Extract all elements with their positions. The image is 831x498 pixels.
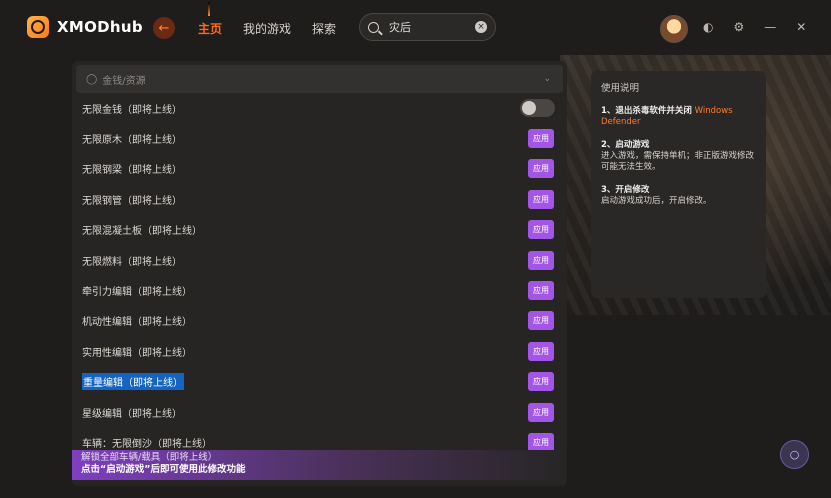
top-bar: XMODhub ← 主页 我的游戏 探索 × ◐ ⚙ — ✕ — [0, 0, 831, 56]
clear-icon[interactable]: × — [475, 21, 487, 33]
apply-button[interactable]: 应用 — [528, 129, 554, 149]
main-nav: 主页 我的游戏 探索 — [198, 2, 336, 37]
avatar[interactable] — [660, 15, 688, 43]
banner-line-1: 解锁全部车辆/载具（即将上线） — [81, 452, 218, 463]
mod-row: 无限原木（即将上线） 应用 — [82, 123, 567, 153]
mod-label: 星级编辑（即将上线） — [82, 408, 182, 420]
mod-label: 实用性编辑（即将上线） — [82, 347, 192, 359]
mod-row: 无限钢梁（即将上线） 应用 — [82, 154, 567, 184]
mod-label: 重量编辑（即将上线） — [82, 373, 184, 391]
step-2-title: 2、启动游戏 — [601, 140, 650, 150]
mod-toggle[interactable] — [520, 99, 555, 118]
step-2: 2、启动游戏 进入游戏，需保持单机；非正版游戏修改可能无法生效。 — [601, 140, 756, 173]
mod-label: 无限原木（即将上线） — [82, 135, 182, 147]
mod-label: 牵引力编辑（即将上线） — [82, 287, 192, 299]
apply-button[interactable]: 应用 — [528, 220, 554, 240]
headset-icon[interactable]: ○ — [780, 440, 809, 469]
mod-list: 无限金钱（即将上线） 无限原木（即将上线） 应用 无限钢梁（即将上线） 应用 无限钢管（即… — [72, 93, 567, 458]
minimize-icon[interactable]: — — [764, 20, 776, 34]
mod-label: 无限混凝土板（即将上线） — [82, 226, 202, 238]
nav-home[interactable]: 主页 — [198, 2, 222, 37]
step-3-text: 启动游戏成功后，开启修改。 — [601, 196, 712, 206]
mod-row: 重量编辑（即将上线） 应用 — [82, 367, 567, 397]
apply-button[interactable]: 应用 — [528, 159, 554, 179]
search-input[interactable] — [389, 20, 469, 34]
search-box[interactable]: × — [359, 13, 496, 41]
search-icon — [368, 21, 379, 33]
step-3: 3、开启修改 启动游戏成功后，开启修改。 — [601, 185, 756, 207]
mod-row: 无限钢管（即将上线） 应用 — [82, 184, 567, 214]
mod-panel: ◯ 金钱/资源 ⌄ 无限金钱（即将上线） 无限原木（即将上线） 应用 无限钢梁（即将上… — [72, 61, 567, 486]
mod-label: 无限燃料（即将上线） — [82, 256, 182, 268]
mod-row: 无限混凝土板（即将上线） 应用 — [82, 215, 567, 245]
mouse-icon: ◯ — [86, 73, 98, 85]
section-header[interactable]: ◯ 金钱/资源 ⌄ — [76, 65, 563, 93]
nav-explore[interactable]: 探索 — [312, 20, 336, 37]
apply-button[interactable]: 应用 — [528, 402, 554, 422]
mod-label: 无限钢管（即将上线） — [82, 195, 182, 207]
unlock-banner[interactable]: 解锁全部车辆/载具（即将上线） 点击“启动游戏”后即可使用此修改功能 — [72, 450, 567, 480]
app-name: XMODhub — [57, 18, 143, 36]
apply-button[interactable]: 应用 — [528, 281, 554, 301]
nav-my-games[interactable]: 我的游戏 — [243, 20, 291, 37]
mod-row: 无限燃料（即将上线） 应用 — [82, 245, 567, 275]
instructions-title: 使用说明 — [601, 83, 640, 94]
settings-icon[interactable]: ⚙ — [733, 20, 744, 34]
step-1-title: 1、退出杀毒软件并关闭 — [601, 106, 692, 116]
apply-button[interactable]: 应用 — [528, 311, 554, 331]
chevron-down-icon[interactable]: ⌄ — [543, 74, 551, 84]
mod-row: 星级编辑（即将上线） 应用 — [82, 397, 567, 427]
window-controls: ◐ ⚙ — ✕ — [703, 20, 806, 34]
mod-row: 牵引力编辑（即将上线） 应用 — [82, 275, 567, 305]
mod-label: 无限金钱（即将上线） — [82, 104, 182, 116]
apply-button[interactable]: 应用 — [528, 250, 554, 270]
close-icon[interactable]: ✕ — [796, 20, 806, 34]
banner-line-2: 点击“启动游戏”后即可使用此修改功能 — [81, 464, 246, 475]
mod-row: 实用性编辑（即将上线） 应用 — [82, 336, 567, 366]
mod-row: 机动性编辑（即将上线） 应用 — [82, 306, 567, 336]
apply-button[interactable]: 应用 — [528, 189, 554, 209]
instructions-card: 使用说明 1、退出杀毒软件并关闭 Windows Defender 2、启动游戏… — [591, 71, 766, 298]
logo-icon — [27, 16, 49, 38]
mod-label: 机动性编辑（即将上线） — [82, 317, 192, 329]
step-2-text: 进入游戏，需保持单机；非正版游戏修改可能无法生效。 — [601, 151, 755, 172]
mod-label: 车辆：无限倒沙（即将上线） — [82, 438, 212, 450]
step-3-title: 3、开启修改 — [601, 185, 650, 195]
mod-label: 无限钢梁（即将上线） — [82, 165, 182, 177]
back-arrow-icon[interactable]: ← — [153, 17, 175, 39]
section-title: 金钱/资源 — [102, 75, 146, 87]
theme-icon[interactable]: ◐ — [703, 20, 713, 34]
apply-button[interactable]: 应用 — [528, 341, 554, 361]
mod-row: 无限金钱（即将上线） — [82, 93, 567, 123]
app-logo[interactable]: XMODhub — [27, 16, 143, 38]
step-1: 1、退出杀毒软件并关闭 Windows Defender — [601, 106, 756, 128]
apply-button[interactable]: 应用 — [528, 372, 554, 392]
